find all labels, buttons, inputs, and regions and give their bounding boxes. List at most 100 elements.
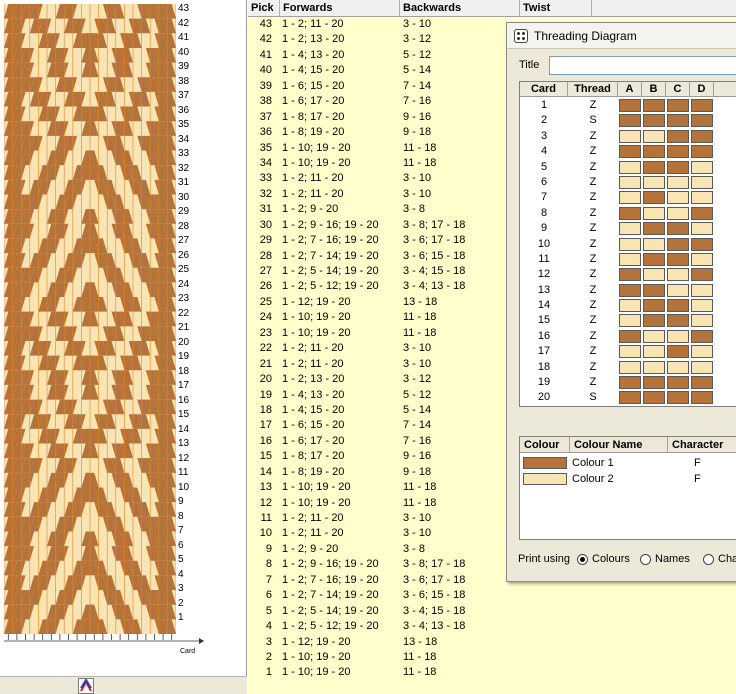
hole-c-cell[interactable] [667, 129, 689, 143]
radio-colours-label[interactable]: Colours [592, 553, 630, 565]
thread-direction[interactable]: Z [568, 360, 618, 375]
thread-direction[interactable]: Z [568, 237, 618, 252]
hole-b-cell[interactable] [643, 129, 665, 143]
thread-direction[interactable]: Z [568, 144, 618, 159]
hole-d-cell[interactable] [691, 314, 713, 328]
card-row[interactable]: 9Z [520, 221, 736, 236]
thread-direction[interactable]: Z [568, 344, 618, 359]
hole-b-cell[interactable] [643, 99, 665, 112]
hole-a-cell[interactable] [619, 360, 641, 374]
hole-b-cell[interactable] [643, 268, 665, 282]
hole-c-cell[interactable] [667, 391, 689, 405]
radio-colours[interactable] [577, 554, 588, 565]
thread-direction[interactable]: Z [568, 190, 618, 205]
thread-direction[interactable]: Z [568, 298, 618, 313]
card-row[interactable]: 18 Z [520, 360, 736, 375]
hole-d-cell[interactable] [691, 145, 713, 159]
hole-d-cell[interactable] [691, 206, 713, 220]
table-row[interactable]: 4 1 - 2; 5 - 12; 19 - 20 3 - 4; 13 - 18 [248, 619, 736, 634]
thread-direction[interactable]: Z [568, 98, 618, 113]
radio-names-label[interactable]: Names [655, 553, 690, 565]
hole-a-cell[interactable] [619, 175, 641, 189]
table-row[interactable]: 6 1 - 2; 7 - 14; 19 - 20 3 - 6; 15 - 18 [248, 588, 736, 603]
hole-b-cell[interactable] [643, 237, 665, 251]
hole-b-cell[interactable] [643, 145, 665, 159]
hole-d-cell[interactable] [691, 252, 713, 266]
colour-row[interactable]: Colour 2 F [520, 471, 736, 487]
hole-a-cell[interactable] [619, 191, 641, 205]
hole-c-cell[interactable] [667, 99, 689, 112]
hole-a-cell[interactable] [619, 145, 641, 159]
card-row[interactable]: 5Z [520, 160, 736, 175]
column-header-pick[interactable]: Pick [248, 0, 280, 17]
hole-c-cell[interactable] [667, 191, 689, 205]
hole-a-cell[interactable] [619, 299, 641, 313]
card-row[interactable]: 11 Z [520, 252, 736, 267]
hole-a-cell[interactable] [619, 314, 641, 328]
hole-b-cell[interactable] [643, 391, 665, 405]
hole-c-cell[interactable] [667, 237, 689, 251]
hole-d-cell[interactable] [691, 329, 713, 343]
hole-b-cell[interactable] [643, 314, 665, 328]
thread-direction[interactable]: Z [568, 267, 618, 282]
card-row[interactable]: 6Z [520, 175, 736, 190]
thread-direction[interactable]: Z [568, 375, 618, 390]
thread-direction[interactable]: Z [568, 129, 618, 144]
card-row[interactable]: 16 Z [520, 329, 736, 344]
hole-d-cell[interactable] [691, 191, 713, 205]
thread-direction[interactable]: Z [568, 252, 618, 267]
thread-direction[interactable]: Z [568, 313, 618, 328]
hole-b-cell[interactable] [643, 345, 665, 359]
card-row[interactable]: 20 S [520, 390, 736, 405]
hole-a-cell[interactable] [619, 160, 641, 174]
hole-c-cell[interactable] [667, 268, 689, 282]
thread-direction[interactable]: S [568, 113, 618, 128]
hole-c-cell[interactable] [667, 206, 689, 220]
hole-b-cell[interactable] [643, 299, 665, 313]
card-row[interactable]: 4Z [520, 144, 736, 159]
hole-b-cell[interactable] [643, 160, 665, 174]
card-row[interactable]: 14 Z [520, 298, 736, 313]
hole-c-cell[interactable] [667, 252, 689, 266]
hole-c-cell[interactable] [667, 299, 689, 313]
radio-characters-label[interactable]: Cha [718, 553, 736, 565]
hole-b-cell[interactable] [643, 329, 665, 343]
colour-row[interactable]: Colour 1 F [520, 455, 736, 471]
hole-a-cell[interactable] [619, 391, 641, 405]
hole-d-cell[interactable] [691, 391, 713, 405]
hole-b-cell[interactable] [643, 252, 665, 266]
hole-a-cell[interactable] [619, 129, 641, 143]
hole-a-cell[interactable] [619, 252, 641, 266]
colour-swatch[interactable] [523, 457, 567, 469]
hole-c-cell[interactable] [667, 283, 689, 297]
thread-direction[interactable]: Z [568, 283, 618, 298]
card-row[interactable]: 2S [520, 113, 736, 128]
hole-b-cell[interactable] [643, 283, 665, 297]
hole-c-cell[interactable] [667, 145, 689, 159]
hole-d-cell[interactable] [691, 345, 713, 359]
hole-d-cell[interactable] [691, 129, 713, 143]
hole-d-cell[interactable] [691, 222, 713, 236]
hole-a-cell[interactable] [619, 376, 641, 390]
column-header-forwards[interactable]: Forwards [280, 0, 400, 17]
hole-d-cell[interactable] [691, 99, 713, 112]
thread-direction[interactable]: S [568, 390, 618, 405]
hole-c-cell[interactable] [667, 114, 689, 128]
hole-d-cell[interactable] [691, 175, 713, 189]
thread-direction[interactable]: Z [568, 175, 618, 190]
hole-d-cell[interactable] [691, 283, 713, 297]
hole-b-cell[interactable] [643, 114, 665, 128]
hole-d-cell[interactable] [691, 376, 713, 390]
hole-b-cell[interactable] [643, 206, 665, 220]
hole-c-cell[interactable] [667, 175, 689, 189]
hole-c-cell[interactable] [667, 222, 689, 236]
card-row[interactable]: 13 Z [520, 283, 736, 298]
column-header-twist[interactable]: Twist [520, 0, 592, 17]
hole-a-cell[interactable] [619, 329, 641, 343]
card-row[interactable]: 8Z [520, 206, 736, 221]
card-row[interactable]: 19 Z [520, 375, 736, 390]
hole-d-cell[interactable] [691, 268, 713, 282]
card-row[interactable]: 1Z [520, 98, 736, 113]
hole-d-cell[interactable] [691, 114, 713, 128]
card-row[interactable]: 15 Z [520, 313, 736, 328]
